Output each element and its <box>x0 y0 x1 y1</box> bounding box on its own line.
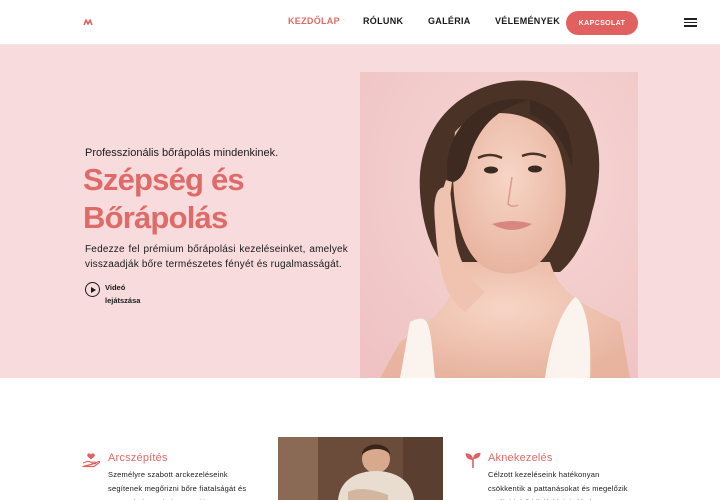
hand-heart-icon <box>82 453 100 468</box>
service-text-acne: Célzott kezeléseink hatékonyan csökkenti… <box>488 470 628 500</box>
sprout-icon <box>465 452 481 468</box>
contact-button[interactable]: KAPCSOLAT <box>566 11 638 35</box>
play-video-label[interactable]: Videó lejátszása <box>105 281 145 307</box>
service-title-acne: Aknekezelés <box>488 452 553 464</box>
site-header: KEZDŐLAP RÓLUNK GALÉRIA VÉLEMÉNYEK KAPCS… <box>0 0 720 45</box>
service-text-facial: Személyre szabott arckezeléseink segíten… <box>108 470 247 500</box>
hero-tagline: Professzionális bőrápolás mindenkinek. <box>85 147 279 159</box>
hero-headline-line1: Szépség és <box>83 162 245 197</box>
hero-headline-line2: Bőrápolás <box>83 200 228 235</box>
service-title-facial: Arcszépítés <box>108 452 168 464</box>
nav-item-gallery[interactable]: GALÉRIA <box>428 16 471 26</box>
hamburger-menu-icon[interactable] <box>684 17 698 27</box>
hero-description: Fedezze fel prémium bőrápolási kezelései… <box>85 244 348 270</box>
play-video-button[interactable]: Videó lejátszása <box>85 281 145 307</box>
treatment-photo <box>278 437 443 500</box>
logo-icon[interactable] <box>83 17 93 27</box>
play-icon[interactable] <box>85 282 100 297</box>
nav-item-reviews[interactable]: VÉLEMÉNYEK <box>495 16 560 26</box>
hero-portrait-image <box>360 72 638 378</box>
nav-item-home[interactable]: KEZDŐLAP <box>288 16 340 26</box>
hero-section: Professzionális bőrápolás mindenkinek. S… <box>0 45 720 378</box>
nav-item-about[interactable]: RÓLUNK <box>363 16 403 26</box>
hero-headline: Szépség és Bőrápolás <box>83 161 245 237</box>
